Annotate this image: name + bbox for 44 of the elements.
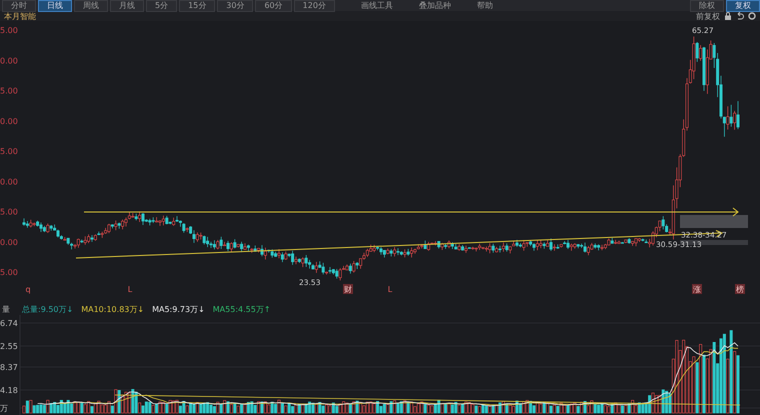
- event-marker: q: [25, 285, 31, 294]
- period-tab[interactable]: 120分: [294, 0, 335, 12]
- volume-legend-item: MA55:4.55万↑: [212, 304, 271, 314]
- price-axis-label: 5.00: [0, 268, 18, 277]
- adjust-tab[interactable]: 复权: [726, 0, 760, 12]
- event-marker: 榜: [735, 284, 745, 294]
- price-axis-label: 0.00: [0, 56, 18, 66]
- toolbar-menu[interactable]: 帮助: [476, 0, 493, 11]
- adjust-label[interactable]: 前复权: [696, 10, 720, 22]
- undo-icon[interactable]: [736, 12, 744, 20]
- period-tab[interactable]: 60分: [255, 0, 292, 12]
- price-axis-label: 5.00: [0, 208, 18, 216]
- volume-legend-item: MA10:10.83万↓: [81, 304, 144, 314]
- event-marker: 财: [343, 284, 353, 294]
- indicator-label[interactable]: 本月智能: [4, 10, 36, 22]
- period-tab[interactable]: 周线: [74, 0, 108, 12]
- volume-axis-label: 万: [0, 404, 8, 413]
- period-tab[interactable]: 月线: [110, 0, 144, 12]
- period-tab[interactable]: 分时: [2, 0, 36, 12]
- toolbar-menu[interactable]: 画线工具: [360, 0, 393, 11]
- volume-axis-label: 2.55: [0, 342, 18, 351]
- price-axis-label: 5.00: [0, 86, 18, 96]
- period-tab[interactable]: 15分: [179, 0, 216, 12]
- period-tab[interactable]: 日线: [38, 0, 72, 12]
- price-axis-label: 0.00: [0, 116, 18, 126]
- volume-axis-label: 8.37: [0, 363, 18, 372]
- volume-axis-label: 4.18: [0, 386, 18, 395]
- event-marker: L: [128, 285, 132, 294]
- price-range-band: [680, 215, 748, 228]
- volume-legend-item: 总量:9.50万↓: [22, 304, 74, 314]
- toolbar-menu[interactable]: 叠加品种: [418, 0, 451, 11]
- adjust-tab[interactable]: 除权: [690, 0, 724, 12]
- period-tab[interactable]: 5分: [146, 0, 178, 12]
- price-axis-label: 5.00: [0, 26, 18, 35]
- period-tab[interactable]: 30分: [217, 0, 254, 12]
- event-marker: L: [388, 285, 392, 294]
- price-axis-label: 0.00: [0, 238, 18, 247]
- event-marker: 涨: [692, 284, 702, 294]
- price-axis-label: 0.00: [0, 177, 18, 186]
- volume-axis-label: 6.74: [0, 319, 18, 328]
- price-axis-label: 5.00: [0, 147, 18, 156]
- volume-legend-item: MA5:9.73万↓: [152, 304, 205, 314]
- lock-icon[interactable]: [724, 12, 732, 20]
- volume-title: 量: [2, 304, 10, 314]
